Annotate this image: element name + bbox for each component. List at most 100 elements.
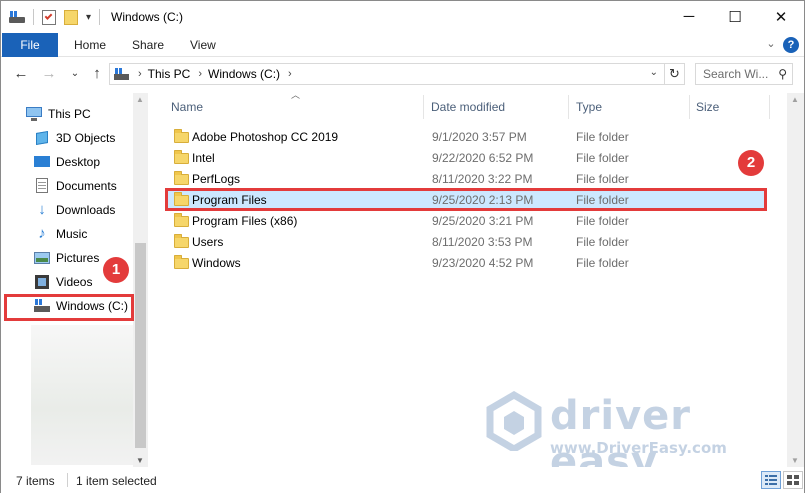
column-header-name[interactable]: Name xyxy=(171,93,203,121)
highlight-box-step-2 xyxy=(165,188,767,211)
sort-ascending-icon: ︿ xyxy=(291,90,301,100)
table-row[interactable]: Intel 9/22/2020 6:52 PM File folder xyxy=(167,147,765,168)
cube-icon xyxy=(34,130,50,146)
video-icon xyxy=(34,274,50,290)
item-count: 7 items xyxy=(16,474,55,488)
customize-toolbar-icon[interactable]: ▾ xyxy=(86,12,91,23)
breadcrumb-separator-icon[interactable]: › xyxy=(138,68,142,80)
file-name: Users xyxy=(192,235,224,249)
up-button[interactable]: ↑ xyxy=(87,64,107,84)
minimize-button[interactable]: ─ xyxy=(666,1,712,32)
expand-ribbon-icon[interactable]: ⌄ xyxy=(763,36,779,52)
folder-icon xyxy=(174,171,189,185)
maximize-button[interactable]: ☐ xyxy=(712,1,758,32)
close-button[interactable]: ✕ xyxy=(758,1,804,32)
folder-icon xyxy=(174,150,189,164)
toolbar-divider xyxy=(99,9,101,25)
column-divider[interactable] xyxy=(689,95,690,119)
sidebar-item-desktop[interactable]: Desktop xyxy=(1,151,133,173)
title-bar: ▾ Windows (C:) ─ ☐ ✕ xyxy=(1,1,804,33)
column-divider[interactable] xyxy=(769,95,770,119)
table-row[interactable]: PerfLogs 8/11/2020 3:22 PM File folder xyxy=(167,168,765,189)
back-button[interactable]: ← xyxy=(11,64,31,84)
file-type: File folder xyxy=(576,214,629,228)
column-divider[interactable] xyxy=(568,95,569,119)
folder-icon xyxy=(174,213,189,227)
sidebar-item-label: Downloads xyxy=(56,203,116,217)
refresh-button[interactable]: ↻ xyxy=(665,63,685,85)
tab-share[interactable]: Share xyxy=(132,33,164,57)
search-input[interactable]: Search Wi... ⚲ xyxy=(695,63,793,85)
sidebar-item-label: Documents xyxy=(56,179,117,193)
content-scrollbar[interactable]: ▲ ▼ xyxy=(787,93,804,467)
file-date: 9/1/2020 3:57 PM xyxy=(432,130,527,144)
music-icon: ♪ xyxy=(38,225,46,242)
navigation-bar: ← → ⌄ ↑ › This PC › Windows (C:) › ⌄ ↻ S… xyxy=(1,58,804,92)
sidebar-item-label: This PC xyxy=(48,107,91,121)
status-bar: 7 items 1 item selected xyxy=(1,467,804,493)
driver-easy-logo-icon xyxy=(486,391,542,451)
table-row[interactable]: Program Files (x86) 9/25/2020 3:21 PM Fi… xyxy=(167,210,765,231)
file-date: 8/11/2020 3:53 PM xyxy=(432,235,533,249)
navigation-pane: This PC 3D Objects Desktop Documents ↓ D… xyxy=(1,93,148,467)
breadcrumb-windows-c[interactable]: Windows (C:) xyxy=(208,67,280,81)
quick-access-toolbar: ▾ xyxy=(9,9,101,25)
selection-count: 1 item selected xyxy=(76,474,157,488)
breadcrumb-separator-icon[interactable]: › xyxy=(198,68,202,80)
tab-view[interactable]: View xyxy=(190,33,216,57)
picture-icon xyxy=(34,250,50,266)
scroll-down-icon[interactable]: ▼ xyxy=(136,456,144,465)
tab-file[interactable]: File xyxy=(2,33,58,57)
download-icon: ↓ xyxy=(38,201,46,218)
sidebar-item-label: Pictures xyxy=(56,251,100,265)
table-row[interactable]: Windows 9/23/2020 4:52 PM File folder xyxy=(167,252,765,273)
scroll-down-icon[interactable]: ▼ xyxy=(791,456,799,465)
forward-button[interactable]: → xyxy=(39,64,59,84)
drive-icon xyxy=(114,67,130,81)
tab-home[interactable]: Home xyxy=(74,33,106,57)
large-icons-view-icon xyxy=(787,475,799,485)
properties-icon[interactable] xyxy=(42,9,56,25)
address-bar[interactable]: › This PC › Windows (C:) › ⌄ xyxy=(109,63,665,85)
sidebar-item-music[interactable]: ♪ Music xyxy=(1,223,133,245)
sidebar-item-downloads[interactable]: ↓ Downloads xyxy=(1,199,133,221)
new-folder-icon[interactable] xyxy=(64,9,78,25)
column-divider[interactable] xyxy=(423,95,424,119)
step-badge-2: 2 xyxy=(738,150,764,176)
file-date: 9/23/2020 4:52 PM xyxy=(432,256,534,270)
ribbon-tabs: File Home Share View ⌄ ? xyxy=(1,33,804,57)
sidebar-item-label: Desktop xyxy=(56,155,101,169)
scrollbar-thumb[interactable] xyxy=(135,243,146,448)
search-icon: ⚲ xyxy=(778,67,787,81)
sidebar-item-label: Music xyxy=(56,227,88,241)
file-date: 8/11/2020 3:22 PM xyxy=(432,172,533,186)
address-dropdown-icon[interactable]: ⌄ xyxy=(650,67,658,78)
blurred-region xyxy=(31,325,133,465)
sidebar-item-documents[interactable]: Documents xyxy=(1,175,133,197)
sidebar-item-3d-objects[interactable]: 3D Objects xyxy=(1,127,133,149)
scroll-up-icon[interactable]: ▲ xyxy=(136,95,144,104)
file-name: Windows xyxy=(192,256,241,270)
column-header-type[interactable]: Type xyxy=(576,93,602,121)
sidebar-item-this-pc[interactable]: This PC xyxy=(1,103,133,125)
watermark: driver easy www.DriverEasy.com xyxy=(484,391,784,485)
sidebar-item-label: 3D Objects xyxy=(56,131,116,145)
computer-icon xyxy=(26,106,42,122)
sidebar-scrollbar[interactable]: ▲ ▼ xyxy=(133,93,148,467)
document-icon xyxy=(34,178,50,194)
toolbar-divider xyxy=(33,9,34,25)
help-icon[interactable]: ? xyxy=(783,37,799,53)
breadcrumb-separator-icon[interactable]: › xyxy=(288,68,292,80)
breadcrumb-this-pc[interactable]: This PC xyxy=(148,67,191,81)
scroll-up-icon[interactable]: ▲ xyxy=(791,95,799,104)
recent-locations-button[interactable]: ⌄ xyxy=(65,64,85,84)
large-icons-view-button[interactable] xyxy=(783,471,803,489)
file-date: 9/25/2020 3:21 PM xyxy=(432,214,534,228)
column-header-size[interactable]: Size xyxy=(696,93,719,121)
details-view-button[interactable] xyxy=(761,471,781,489)
file-date: 9/22/2020 6:52 PM xyxy=(432,151,534,165)
table-row[interactable]: Adobe Photoshop CC 2019 9/1/2020 3:57 PM… xyxy=(167,126,765,147)
drive-icon[interactable] xyxy=(9,10,25,24)
column-header-date[interactable]: Date modified xyxy=(431,93,505,121)
table-row[interactable]: Users 8/11/2020 3:53 PM File folder xyxy=(167,231,765,252)
